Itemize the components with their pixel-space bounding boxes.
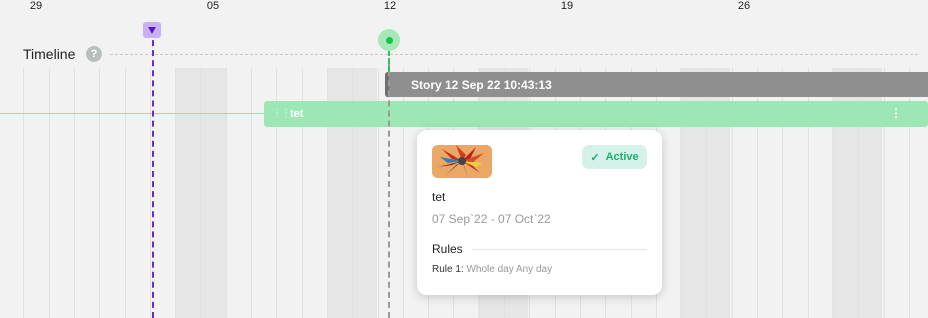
campaign-row-line bbox=[0, 113, 266, 114]
day-gridline bbox=[200, 68, 201, 318]
date-label: 29 bbox=[29, 0, 43, 12]
story-marker-line bbox=[388, 50, 390, 318]
status-label: Active bbox=[605, 151, 639, 163]
timeline-title: Timeline bbox=[23, 46, 76, 62]
rule-item: Rule 1: Whole day Any day bbox=[432, 264, 552, 275]
day-gridline bbox=[23, 68, 24, 318]
campaign-bar[interactable]: ⋮⋮ tet ⋮ bbox=[264, 101, 928, 127]
story-bar[interactable]: Story 12 Sep 22 10:43:13 bbox=[385, 72, 928, 97]
campaign-dates: 07 Sep`22 - 07 Oct`22 bbox=[432, 212, 551, 226]
day-gridline bbox=[226, 68, 227, 318]
day-gridline bbox=[150, 68, 151, 318]
day-gridline bbox=[175, 68, 176, 318]
campaign-popover-card: ✓ Active tet 07 Sep`22 - 07 Oct`22 Rules… bbox=[417, 130, 662, 295]
rule-label: Rule 1: bbox=[432, 264, 464, 275]
story-marker-line-top bbox=[388, 50, 390, 72]
day-gridline bbox=[251, 68, 252, 318]
campaign-thumbnail bbox=[432, 145, 492, 178]
date-label: 05 bbox=[206, 0, 220, 12]
campaign-title: tet bbox=[432, 190, 446, 204]
story-bar-label: Story 12 Sep 22 10:43:13 bbox=[411, 77, 552, 92]
rule-value: Whole day Any day bbox=[466, 264, 553, 275]
campaign-bar-label: tet bbox=[290, 108, 304, 120]
timeline-view: 29 05 12 19 26 Timeline ? ⋮⋮ tet ⋮ Story… bbox=[0, 0, 928, 318]
drag-handle-icon[interactable]: ⋮⋮ bbox=[272, 108, 291, 119]
day-gridline bbox=[125, 68, 126, 318]
more-options-icon[interactable]: ⋮ bbox=[890, 106, 902, 120]
date-label: 12 bbox=[383, 0, 397, 12]
rules-divider bbox=[472, 249, 647, 250]
timeline-divider bbox=[110, 54, 918, 55]
day-gridline bbox=[74, 68, 75, 318]
story-marker-icon[interactable] bbox=[378, 29, 400, 51]
thumbnail-image bbox=[432, 145, 492, 178]
rules-heading: Rules bbox=[432, 242, 463, 256]
today-marker-icon[interactable] bbox=[143, 22, 161, 38]
date-label: 26 bbox=[737, 0, 751, 12]
today-marker-line bbox=[152, 30, 154, 318]
status-badge: ✓ Active bbox=[582, 145, 647, 169]
help-icon[interactable]: ? bbox=[86, 46, 102, 62]
day-gridline bbox=[99, 68, 100, 318]
day-gridline bbox=[49, 68, 50, 318]
weekend-column bbox=[176, 68, 226, 318]
check-icon: ✓ bbox=[590, 151, 600, 164]
date-label: 19 bbox=[560, 0, 574, 12]
